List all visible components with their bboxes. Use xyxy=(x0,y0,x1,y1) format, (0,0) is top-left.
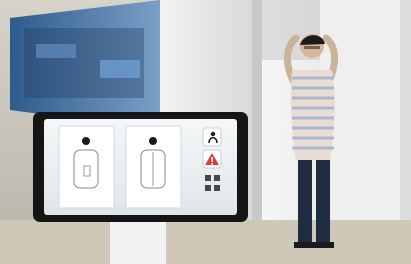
monitor xyxy=(33,112,248,222)
floor xyxy=(0,220,411,264)
left-exhibit-wall xyxy=(10,0,160,130)
scene-photo xyxy=(0,0,411,264)
scan-panel-back xyxy=(125,125,182,209)
scan-panel-front xyxy=(58,125,115,209)
